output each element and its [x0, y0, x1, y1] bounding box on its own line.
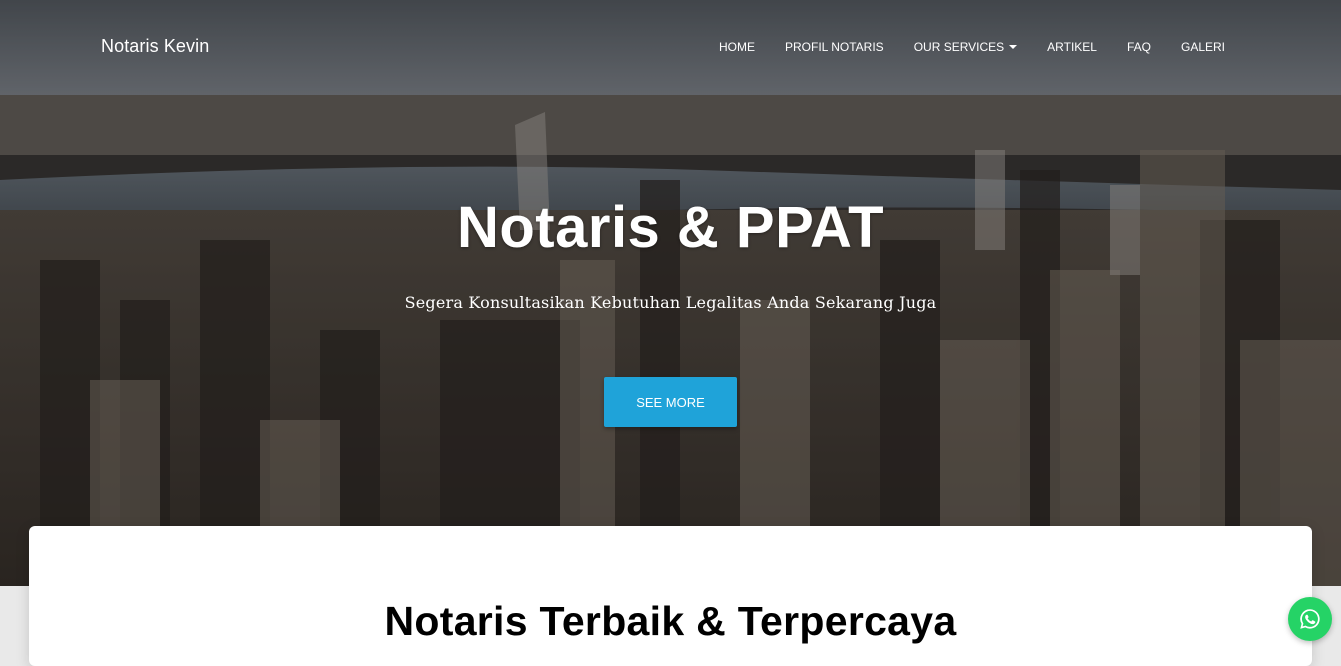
nav-item-profil-notaris[interactable]: PROFIL NOTARIS	[785, 40, 884, 54]
section-title: Notaris Terbaik & Terpercaya	[384, 598, 957, 644]
nav-item-our-services[interactable]: OUR SERVICES	[913, 40, 1018, 54]
nav-item-faq[interactable]: FAQ	[1127, 40, 1151, 54]
hero-section: Notaris Kevin HOME PROFIL NOTARIS OUR SE…	[0, 0, 1341, 586]
top-navbar: Notaris Kevin HOME PROFIL NOTARIS OUR SE…	[0, 0, 1341, 94]
nav-item-galeri[interactable]: GALERI	[1181, 40, 1225, 54]
nav-item-home[interactable]: HOME	[719, 40, 755, 54]
nav-item-label: OUR SERVICES	[913, 40, 1005, 54]
see-more-button[interactable]: SEE MORE	[604, 377, 737, 427]
whatsapp-button[interactable]	[1288, 597, 1332, 641]
nav-menu: HOME PROFIL NOTARIS OUR SERVICES ARTIKEL…	[719, 40, 1225, 54]
hero-title: Notaris & PPAT	[456, 195, 885, 260]
nav-item-label: FAQ	[1126, 40, 1151, 54]
brand-logo-text[interactable]: Notaris Kevin	[101, 36, 209, 57]
nav-item-label: ARTIKEL	[1047, 40, 1097, 54]
hero-subtitle: Segera Konsultasikan Kebutuhan Legalitas…	[404, 293, 937, 312]
nav-item-artikel[interactable]: ARTIKEL	[1047, 40, 1097, 54]
nav-item-label: HOME	[719, 40, 755, 54]
caret-down-icon	[1009, 45, 1018, 49]
nav-item-label: PROFIL NOTARIS	[785, 40, 884, 54]
content-card: Notaris Terbaik & Terpercaya	[29, 526, 1312, 666]
nav-item-label: GALERI	[1180, 40, 1225, 54]
whatsapp-icon	[1300, 609, 1320, 629]
